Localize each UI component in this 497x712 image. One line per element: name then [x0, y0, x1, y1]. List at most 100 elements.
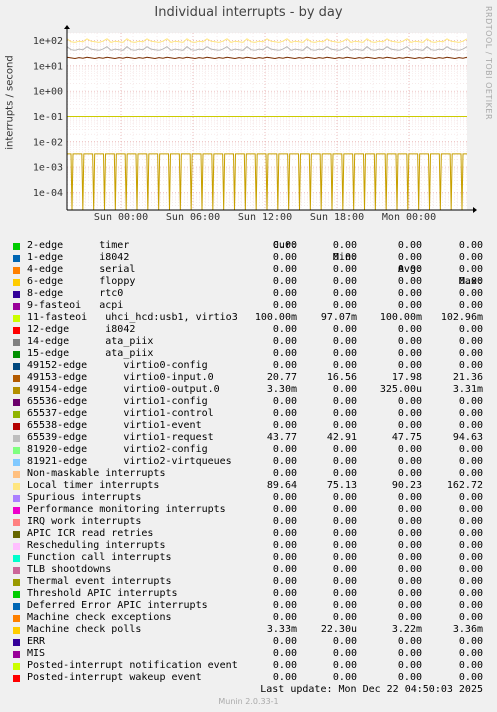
legend-row: 14-edge ata_piix 0.00 0.00 0.00 0.00: [0, 336, 497, 348]
legend-name: Posted-interrupt wakeup event: [27, 672, 202, 683]
legend-swatch: [13, 291, 20, 298]
legend-row: 11-fasteoi uhci_hcd:usb1, virtio3 100.00m…: [0, 312, 497, 324]
legend-max-value: 0.00: [458, 612, 483, 623]
legend-max-value: 0.00: [458, 348, 483, 359]
x-tick-label: Sun 06:00: [166, 212, 220, 223]
legend-swatch: [13, 423, 20, 430]
legend-max-value: 0.00: [458, 408, 483, 419]
legend-row: Performance monitoring interrupts 0.00 0.0…: [0, 504, 497, 516]
y-tick-labels: 1e+02 1e+01 1e+00 1e-01 1e-02 1e-03 1e-04: [33, 36, 63, 199]
legend-swatch: [13, 675, 20, 682]
legend-swatch: [13, 303, 20, 310]
legend-row: Posted-interrupt wakeup event 0.00 0.00 0.0…: [0, 672, 497, 684]
legend-swatch: [13, 555, 20, 562]
legend-min-value: 0.00: [332, 612, 357, 623]
x-tick-label: Sun 00:00: [94, 212, 148, 223]
legend-name: Threshold APIC interrupts: [27, 588, 178, 599]
legend-swatch: [13, 315, 20, 322]
legend-row: 65536-edge virtio1-config 0.00 0.00 0.00 0.0…: [0, 396, 497, 408]
legend-row: Deferred Error APIC interrupts 0.00 0.00 0.…: [0, 600, 497, 612]
chart-area: 1e+02 1e+01 1e+00 1e-01 1e-02 1e-03 1e-04 Sun …: [33, 25, 477, 223]
legend-row: Machine check exceptions 0.00 0.00 0.00 0.00: [0, 612, 497, 624]
x-tick-labels: Sun 00:00 Sun 06:00 Sun 12:00 Sun 18:00 Mon …: [94, 212, 436, 223]
legend-max-value: 0.00: [458, 360, 483, 371]
legend-row: TLB shootdowns 0.00 0.00 0.00 0.00: [0, 564, 497, 576]
legend-max-value: 0.00: [458, 528, 483, 539]
legend-swatch: [13, 663, 20, 670]
legend-row: 9-fasteoi acpi 0.00 0.00 0.00 0.00: [0, 300, 497, 312]
legend-max-value: 0.00: [458, 324, 483, 335]
legend-name: 65539-edge virtio1-request: [27, 432, 214, 443]
legend-max-value: 0.00: [458, 300, 483, 311]
legend-min-value: 0.00: [332, 384, 357, 395]
legend-name: 1-edge i8042: [27, 252, 130, 263]
legend-max-value: 0.00: [458, 456, 483, 467]
legend-name: Rescheduling interrupts: [27, 540, 166, 551]
legend-swatch: [13, 471, 20, 478]
y-tick-label: 1e-03: [33, 163, 63, 174]
legend-row: Machine check polls 3.33m 22.30u 3.22m 3.36m: [0, 624, 497, 636]
legend-max-value: 3.36m: [452, 624, 483, 635]
legend-min-value: 0.00: [332, 336, 357, 347]
legend-max-value: 0.00: [458, 276, 483, 287]
legend-min-value: 0.00: [332, 396, 357, 407]
legend-min-value: 0.00: [332, 672, 357, 683]
legend-min-value: 0.00: [332, 348, 357, 359]
legend-name: Posted-interrupt notification event: [27, 660, 238, 671]
legend-swatch: [13, 255, 20, 262]
legend-row: Non-maskable interrupts 0.00 0.00 0.00 0.00: [0, 468, 497, 480]
legend-header: Cur: Min: Avg: Max:: [0, 228, 497, 287]
legend-swatch: [13, 435, 20, 442]
legend-min-value: 0.00: [332, 288, 357, 299]
legend-min-value: 0.00: [332, 576, 357, 587]
legend-row: 65537-edge virtio1-control 0.00 0.00 0.00 0.…: [0, 408, 497, 420]
legend-row: 15-edge ata_piix 0.00 0.00 0.00 0.00: [0, 348, 497, 360]
legend-min-value: 0.00: [332, 540, 357, 551]
legend-min-value: 0.00: [332, 420, 357, 431]
legend-max-value: 0.00: [458, 504, 483, 515]
munin-version: Munin 2.0.33-1: [218, 697, 279, 706]
legend-min-value: 0.00: [332, 516, 357, 527]
legend-max-value: 0.00: [458, 600, 483, 611]
legend-swatch: [13, 579, 20, 586]
legend-name: Non-maskable interrupts: [27, 468, 166, 479]
legend-row: Local timer interrupts 89.64 75.13 90.23 162…: [0, 480, 497, 492]
legend-row: 49154-edge virtio0-output.0 3.30m 0.00 325.…: [0, 384, 497, 396]
legend-name: TLB shootdowns: [27, 564, 112, 575]
legend-row: MIS 0.00 0.00 0.00 0.00: [0, 648, 497, 660]
legend-name: Machine check exceptions: [27, 612, 172, 623]
legend-swatch: [13, 351, 20, 358]
legend-max-value: 0.00: [458, 564, 483, 575]
y-tick-label: 1e-02: [33, 137, 63, 148]
legend-max-value: 0.00: [458, 336, 483, 347]
legend-name: 9-fasteoi acpi: [27, 300, 124, 311]
legend-row: 65538-edge virtio1-event 0.00 0.00 0.00 0.00: [0, 420, 497, 432]
legend-max-value: 0.00: [458, 240, 483, 251]
legend-min-value: 97.07m: [320, 312, 357, 323]
legend-row: 65539-edge virtio1-request 43.77 42.91 47.7…: [0, 432, 497, 444]
legend-row: 49153-edge virtio0-input.0 20.77 16.56 17.9…: [0, 372, 497, 384]
legend-min-value: 0.00: [332, 588, 357, 599]
legend-row: Function call interrupts 0.00 0.00 0.00 0.00: [0, 552, 497, 564]
legend-max-value: 0.00: [458, 420, 483, 431]
legend-name: Local timer interrupts: [27, 480, 160, 491]
legend-row: 4-edge serial 0.00 0.00 0.00 0.00: [0, 264, 497, 276]
legend-min-value: 0.00: [332, 444, 357, 455]
legend-max-value: 0.00: [458, 648, 483, 659]
legend-row: Spurious interrupts 0.00 0.00 0.00 0.00: [0, 492, 497, 504]
legend-max-value: 102.96m: [440, 312, 483, 323]
legend-min-value: 0.00: [332, 468, 357, 479]
legend-max-value: 0.00: [458, 492, 483, 503]
legend-min-value: 0.00: [332, 360, 357, 371]
legend-max-value: 0.00: [458, 396, 483, 407]
legend-name: APIC ICR read retries: [27, 528, 154, 539]
legend-row: Threshold APIC interrupts 0.00 0.00 0.00 0.0…: [0, 588, 497, 600]
legend-min-value: 0.00: [332, 564, 357, 575]
legend-name: Machine check polls: [27, 624, 142, 635]
legend-swatch: [13, 543, 20, 550]
legend-swatch: [13, 243, 20, 250]
legend-name: 8-edge rtc0: [27, 288, 124, 299]
legend-min-value: 0.00: [332, 324, 357, 335]
legend-max-value: 94.63: [452, 432, 483, 443]
legend-row: Thermal event interrupts 0.00 0.00 0.00 0.00: [0, 576, 497, 588]
